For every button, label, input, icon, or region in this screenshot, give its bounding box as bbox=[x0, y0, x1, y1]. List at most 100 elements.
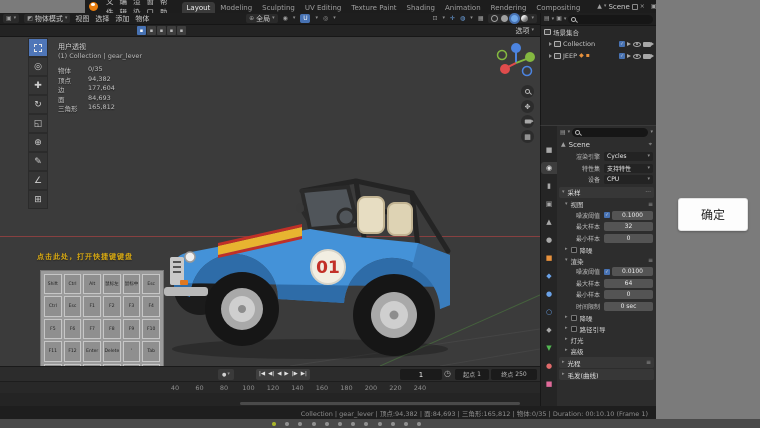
timeline-tracks[interactable] bbox=[0, 393, 540, 406]
editor-type-icon[interactable]: ▤ bbox=[560, 130, 566, 136]
page-dot-12[interactable] bbox=[417, 422, 421, 426]
confirm-button[interactable]: 确定 bbox=[678, 198, 748, 231]
shading-material-icon[interactable] bbox=[511, 15, 518, 22]
tab-shading[interactable]: Shading bbox=[402, 2, 440, 13]
prop-slider[interactable]: 0.1000 bbox=[612, 211, 653, 220]
checkbox-icon[interactable]: ✓ bbox=[619, 53, 625, 59]
outliner-row-collection[interactable]: Collection✓ bbox=[541, 38, 656, 50]
display-mode-icon[interactable]: ▤ bbox=[544, 16, 550, 22]
page-dot-6[interactable] bbox=[338, 422, 342, 426]
collapsed-panel-高级[interactable]: ▸高级 bbox=[557, 345, 656, 356]
disclosure-triangle-icon[interactable] bbox=[549, 42, 552, 46]
key-Alt[interactable]: Alt bbox=[83, 274, 101, 294]
key-F1[interactable]: F1 bbox=[83, 296, 101, 316]
key-F2[interactable]: F2 bbox=[103, 296, 121, 316]
key-F6[interactable]: F6 bbox=[64, 319, 82, 339]
key-Esc[interactable]: Esc bbox=[142, 274, 160, 294]
props-tab-world[interactable]: ● bbox=[541, 234, 557, 246]
rotate-tool[interactable]: ↻ bbox=[28, 95, 48, 114]
key-F4[interactable]: F4 bbox=[142, 296, 160, 316]
gizmo-icon[interactable]: ✛ bbox=[450, 16, 455, 22]
proportional-icon[interactable]: ◎ bbox=[323, 16, 328, 22]
checkbox-icon[interactable] bbox=[571, 315, 577, 321]
shading-wireframe-icon[interactable] bbox=[491, 15, 498, 22]
props-tab-render[interactable]: ◉ bbox=[541, 162, 557, 174]
tab-layout[interactable]: Layout bbox=[182, 2, 216, 13]
selectable-icon[interactable] bbox=[627, 54, 631, 58]
checkbox-icon[interactable]: ✓ bbox=[619, 41, 625, 47]
collapsed-panel-降噪[interactable]: ▸降噪 bbox=[557, 312, 656, 323]
prop-number-field[interactable]: 32 bbox=[604, 222, 653, 231]
play-reverse-button[interactable]: ◀ bbox=[277, 372, 281, 378]
editor-type-button[interactable]: ▣▾ bbox=[3, 14, 19, 23]
checkbox-icon[interactable]: ✓ bbox=[604, 212, 610, 218]
cursor-tool[interactable]: ◎ bbox=[28, 57, 48, 76]
camera-view-icon[interactable] bbox=[521, 115, 534, 128]
outliner-search-input[interactable] bbox=[568, 15, 653, 24]
zoom-icon[interactable] bbox=[521, 85, 534, 98]
render-camera-icon[interactable] bbox=[643, 54, 651, 59]
annotate-tool[interactable]: ✎ bbox=[28, 152, 48, 171]
perspective-toggle-icon[interactable]: ▦ bbox=[521, 130, 534, 143]
orientation-dropdown[interactable]: ⊕全局▾ bbox=[246, 14, 278, 23]
prop-dropdown[interactable]: Cycles▾ bbox=[604, 152, 653, 161]
navigation-gizmo[interactable] bbox=[496, 41, 536, 81]
key-Tab[interactable]: Tab bbox=[142, 341, 160, 361]
panel-section-光程[interactable]: ▸光程≡ bbox=[559, 357, 654, 368]
scene-selector[interactable]: ▲▾ Scene × bbox=[597, 3, 645, 11]
shading-rendered-icon[interactable] bbox=[521, 15, 528, 22]
key-Ctrl[interactable]: Ctrl bbox=[64, 274, 82, 294]
tab-sculpting[interactable]: Sculpting bbox=[257, 2, 300, 13]
filter-icon[interactable]: ▣ bbox=[556, 16, 562, 22]
props-tab-constraints[interactable]: ◆ bbox=[541, 324, 557, 336]
select-mode-intersect[interactable]: ▪ bbox=[177, 26, 186, 35]
key-F7[interactable]: F7 bbox=[83, 319, 101, 339]
viewport-menu-选择[interactable]: 选择 bbox=[95, 14, 109, 24]
page-dot-10[interactable] bbox=[391, 422, 395, 426]
panel-subsection-视图[interactable]: ▾视图≡ bbox=[557, 199, 656, 210]
key-Ctrl[interactable]: Ctrl bbox=[44, 296, 62, 316]
selectable-icon[interactable] bbox=[627, 42, 631, 46]
select-mode-invert[interactable]: ▪ bbox=[167, 26, 176, 35]
outliner-row-jeep[interactable]: JEEP◆▪✓ bbox=[541, 50, 656, 62]
hide-eye-icon[interactable] bbox=[633, 42, 641, 47]
key-Shift[interactable]: Shift bbox=[44, 274, 62, 294]
prop-number-field[interactable]: 64 bbox=[604, 279, 653, 288]
panel-section-毛发(曲线)[interactable]: ▸毛发(曲线) bbox=[559, 369, 654, 380]
preset-icon[interactable]: ≡ bbox=[646, 359, 651, 366]
outliner-root-row[interactable]: 场景集合 bbox=[541, 26, 656, 38]
props-tab-physics[interactable]: ○ bbox=[541, 306, 557, 318]
visibility-icon[interactable]: ⊡ bbox=[432, 16, 437, 22]
current-frame-field[interactable]: 1 bbox=[400, 369, 442, 380]
timeline-ruler[interactable]: 406080100120140160180200220240 bbox=[0, 381, 540, 393]
xray-icon[interactable]: ▦ bbox=[478, 16, 484, 22]
preset-icon[interactable]: ≡ bbox=[648, 201, 653, 208]
close-icon[interactable]: × bbox=[640, 4, 645, 10]
collapsed-panel-灯光[interactable]: ▸灯光 bbox=[557, 334, 656, 345]
tab-animation[interactable]: Animation bbox=[440, 2, 486, 13]
chevron-down-icon[interactable]: ▾ bbox=[650, 130, 653, 135]
tab-rendering[interactable]: Rendering bbox=[486, 2, 532, 13]
scale-tool[interactable]: ◱ bbox=[28, 114, 48, 133]
timeline-scrollbar[interactable] bbox=[240, 402, 520, 405]
key-F12[interactable]: F12 bbox=[64, 341, 82, 361]
page-dot-9[interactable] bbox=[378, 422, 382, 426]
auto-key-record-button[interactable]: ●▾ bbox=[218, 369, 234, 380]
add-cube-tool[interactable]: ⊞ bbox=[28, 190, 48, 209]
disclosure-triangle-icon[interactable] bbox=[549, 54, 552, 58]
panel-section-采样[interactable]: ▾采样··· bbox=[559, 187, 654, 198]
prop-slider[interactable]: 0.0100 bbox=[612, 267, 653, 276]
preset-icon[interactable]: ≡ bbox=[648, 257, 653, 264]
tab-compositing[interactable]: Compositing bbox=[531, 2, 585, 13]
props-tab-data[interactable]: ▼ bbox=[541, 342, 557, 354]
page-dot-4[interactable] bbox=[312, 422, 316, 426]
props-tab-particles[interactable]: ● bbox=[541, 288, 557, 300]
blender-logo-icon[interactable] bbox=[89, 2, 98, 11]
page-dot-2[interactable] bbox=[285, 422, 289, 426]
jump-end-button[interactable]: ▶| bbox=[301, 372, 307, 378]
checkbox-icon[interactable] bbox=[571, 326, 577, 332]
select-box-tool[interactable] bbox=[28, 38, 48, 57]
panel-subsection-渲染[interactable]: ▾渲染≡ bbox=[557, 255, 656, 266]
props-tab-object[interactable]: ■ bbox=[541, 252, 557, 264]
prop-dropdown[interactable]: 支持特性▾ bbox=[604, 164, 653, 173]
